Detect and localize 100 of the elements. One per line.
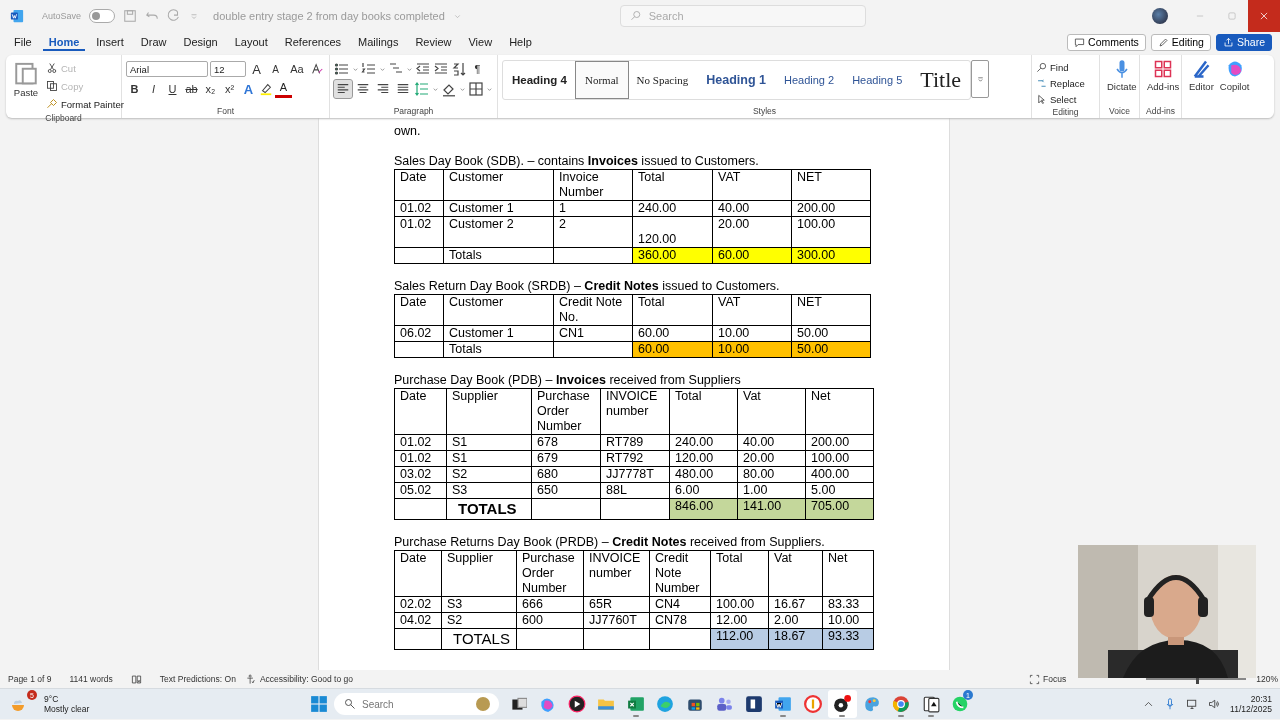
- focus-icon[interactable]: [1029, 673, 1041, 685]
- network-icon[interactable]: [1186, 698, 1199, 710]
- find-button[interactable]: Find: [1036, 59, 1095, 75]
- autosave-label: AutoSave: [42, 11, 82, 21]
- table-cell: 1: [553, 200, 633, 217]
- bullet-list-icon[interactable]: [334, 61, 350, 77]
- table-cell: 678: [531, 434, 601, 451]
- borders-icon[interactable]: [468, 81, 484, 97]
- speaker-icon[interactable]: [1208, 698, 1221, 710]
- highlighter-icon[interactable]: [259, 82, 273, 96]
- show-formatting-button[interactable]: ¶: [469, 60, 486, 78]
- taskbar-app[interactable]: [827, 690, 857, 718]
- page-count[interactable]: Page 1 of 9: [8, 674, 52, 684]
- styles-more-button[interactable]: [971, 60, 990, 98]
- column-header: Vat: [768, 550, 823, 597]
- share-icon: [1222, 36, 1234, 48]
- sort-icon[interactable]: [451, 61, 467, 77]
- proofing-icon[interactable]: [130, 673, 142, 685]
- dictate-button[interactable]: Dictate: [1104, 59, 1140, 106]
- text-predictions-status[interactable]: Text Predictions: On: [159, 674, 236, 684]
- ribbon-tab[interactable]: Layout: [228, 34, 274, 50]
- font-size-button[interactable]: A: [267, 60, 284, 78]
- increase-indent-icon[interactable]: [433, 61, 449, 77]
- style-option[interactable]: Heading 2: [774, 62, 844, 98]
- paste-button[interactable]: Paste: [10, 59, 42, 113]
- ribbon-tab[interactable]: Draw: [134, 34, 173, 50]
- group-label: Font: [216, 106, 235, 118]
- autosave-toggle[interactable]: [89, 9, 116, 23]
- ribbon-tab[interactable]: Home: [42, 33, 86, 51]
- group-label: Paragraph: [392, 106, 435, 118]
- comments-button[interactable]: Comments: [1067, 33, 1146, 51]
- ribbon-tab[interactable]: Mailings: [352, 34, 405, 50]
- round-browser-icon: [892, 695, 911, 713]
- style-option[interactable]: Title: [911, 62, 971, 98]
- font-size-button[interactable]: A: [248, 60, 265, 78]
- start-icon[interactable]: [310, 695, 328, 713]
- alignment-button[interactable]: [334, 80, 352, 98]
- ribbon-tab[interactable]: File: [8, 34, 38, 50]
- editing-mode-button[interactable]: Editing: [1150, 33, 1211, 51]
- group-label: Clipboard: [44, 113, 83, 123]
- ribbon-button[interactable]: Copilot: [1216, 59, 1253, 92]
- ribbon-button[interactable]: Editor: [1186, 59, 1217, 92]
- add-ins-button[interactable]: Add-ins: [1144, 59, 1183, 106]
- table-cell: RT792: [600, 450, 670, 467]
- table-cell: 480.00: [669, 466, 738, 483]
- table-cell: TOTALS: [441, 628, 517, 650]
- search-icon: [1036, 61, 1047, 73]
- word-count[interactable]: 1141 words: [69, 674, 113, 684]
- font-color-button[interactable]: A: [275, 80, 292, 98]
- clipboard-button[interactable]: Format Painter: [46, 95, 124, 113]
- decrease-indent-icon[interactable]: [415, 61, 431, 77]
- format-button[interactable]: x₂: [202, 80, 219, 98]
- recorder-icon: [833, 695, 852, 713]
- table-caption: Sales Day Book (SDB). – contains Invoices issued to Customers.: [394, 154, 760, 169]
- replace-button[interactable]: Replace: [1036, 75, 1095, 91]
- accessibility-icon[interactable]: [245, 673, 257, 685]
- style-option[interactable]: No Spacing: [627, 62, 698, 98]
- format-button[interactable]: B: [126, 80, 143, 98]
- font-size-button[interactable]: Aa: [286, 60, 308, 78]
- style-option[interactable]: Heading 4: [503, 62, 576, 98]
- share-button[interactable]: Share: [1215, 33, 1272, 51]
- table-cell: 6.00: [669, 482, 738, 499]
- ribbon-tab[interactable]: References: [278, 34, 348, 50]
- format-button[interactable]: ab: [183, 80, 200, 98]
- caret-icon: [432, 85, 439, 93]
- clear-formatting-icon[interactable]: [310, 62, 324, 76]
- taskbar-search-field[interactable]: Search: [334, 693, 499, 715]
- app-logo-icon: [10, 9, 24, 23]
- table-cell: 02.02: [394, 596, 442, 613]
- zoom-level[interactable]: 120%: [1256, 674, 1278, 684]
- clock[interactable]: 20:31 11/12/2025: [1230, 694, 1272, 714]
- table-cell: 05.02: [394, 482, 447, 499]
- account-avatar[interactable]: [1152, 8, 1168, 24]
- table-cell: 04.02: [394, 612, 442, 629]
- font-name-field[interactable]: Arial: [126, 61, 208, 77]
- format-button[interactable]: U: [164, 80, 181, 98]
- accessibility-status[interactable]: Accessibility: Good to go: [259, 674, 353, 684]
- select-button[interactable]: Select: [1036, 91, 1095, 107]
- column-header: Purchase Order Number: [531, 388, 601, 435]
- ribbon-tab[interactable]: Insert: [90, 34, 130, 50]
- ribbon-tab[interactable]: Design: [177, 34, 224, 50]
- ribbon-tab[interactable]: Review: [409, 34, 458, 50]
- focus-button[interactable]: Focus: [1043, 674, 1067, 684]
- column-header: Net: [805, 388, 874, 435]
- table-cell: 01.02: [394, 450, 447, 467]
- table-cell: 20.00: [737, 450, 806, 467]
- table-cell: S3: [441, 596, 517, 613]
- table-cell: RT789: [600, 434, 670, 451]
- numbered-list-icon[interactable]: [361, 61, 377, 77]
- style-option[interactable]: Normal: [575, 62, 628, 98]
- style-option[interactable]: Heading 5: [843, 62, 912, 98]
- format-button[interactable]: I: [145, 80, 162, 98]
- style-option[interactable]: Heading 1: [697, 62, 775, 98]
- format-button[interactable]: x²: [221, 80, 238, 98]
- column-header: Invoice Number: [553, 169, 633, 201]
- text-effects-button[interactable]: A: [240, 80, 257, 98]
- font-size-field[interactable]: 12: [210, 61, 246, 77]
- search-field[interactable]: Search: [619, 5, 866, 27]
- ribbon-tab[interactable]: Help: [503, 34, 538, 50]
- ribbon-tab[interactable]: View: [462, 34, 499, 50]
